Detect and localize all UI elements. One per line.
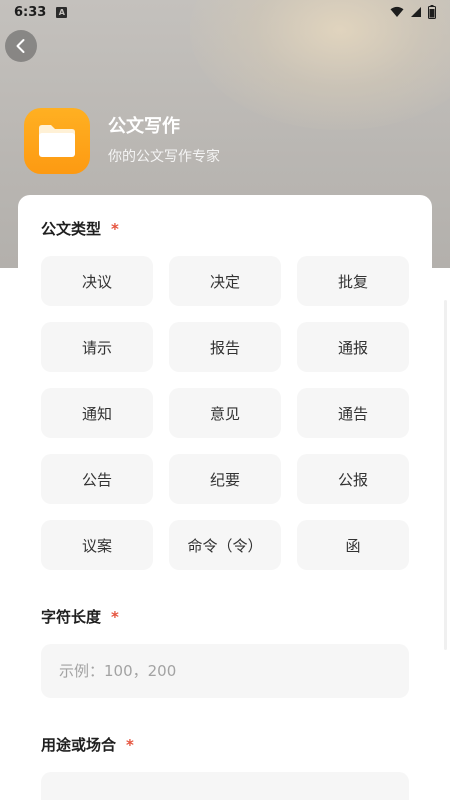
back-button[interactable] [5,30,37,62]
doc-type-option-order[interactable]: 命令（令） [169,520,281,570]
doc-type-label: 公文类型 * [41,218,119,239]
required-mark: * [126,736,134,754]
doc-type-option-opinion[interactable]: 意见 [169,388,281,438]
app-title: 公文写作 [108,116,180,137]
doc-type-option-reply[interactable]: 批复 [297,256,409,306]
doc-type-option-notice[interactable]: 通知 [41,388,153,438]
signal-icon [411,7,421,17]
char-length-input[interactable] [41,644,409,698]
usage-input[interactable] [41,772,409,800]
doc-type-option-circular[interactable]: 通告 [297,388,409,438]
status-bar: 6:33 A [0,0,450,24]
doc-type-label-text: 公文类型 [41,220,102,238]
status-icons [390,5,436,19]
doc-type-option-letter[interactable]: 函 [297,520,409,570]
required-mark: * [111,608,119,626]
scrollbar[interactable] [444,300,447,650]
required-mark: * [111,220,119,238]
doc-type-option-request[interactable]: 请示 [41,322,153,372]
doc-type-option-report[interactable]: 报告 [169,322,281,372]
app-logo [24,108,90,174]
char-length-label-text: 字符长度 [41,608,102,626]
doc-type-option-motion[interactable]: 议案 [41,520,153,570]
usage-label: 用途或场合 * [41,734,134,755]
chevron-left-icon [16,39,25,53]
doc-type-option-announcement[interactable]: 公告 [41,454,153,504]
wifi-icon [390,6,404,17]
doc-type-option-bulletin[interactable]: 通报 [297,322,409,372]
usage-label-text: 用途或场合 [41,736,117,754]
notification-a-icon: A [56,6,68,18]
folder-icon [39,125,75,157]
doc-type-option-communique[interactable]: 公报 [297,454,409,504]
app-subtitle: 你的公文写作专家 [108,149,220,165]
doc-type-option-decision[interactable]: 决定 [169,256,281,306]
status-time: 6:33 [14,4,47,20]
battery-icon [428,5,436,19]
char-length-label: 字符长度 * [41,606,119,627]
doc-type-option-minutes[interactable]: 纪要 [169,454,281,504]
doc-type-option-resolution[interactable]: 决议 [41,256,153,306]
